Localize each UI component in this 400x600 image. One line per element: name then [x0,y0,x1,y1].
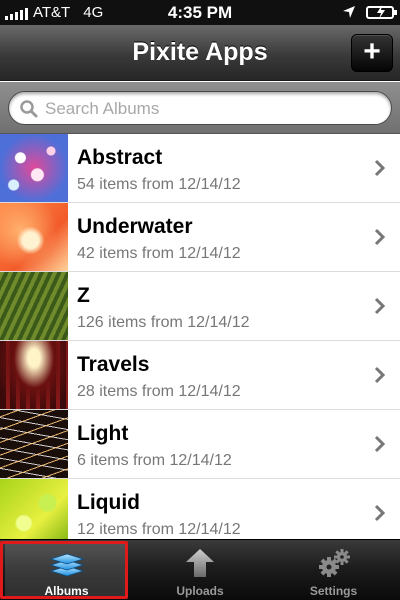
album-item-count: 6 items from 12/14/12 [77,452,232,469]
search-bar [0,82,400,134]
tab-label: Uploads [176,584,224,598]
tab-settings[interactable]: Settings [267,540,400,600]
selection-highlight-box [0,541,128,599]
album-item-count: 126 items from 12/14/12 [77,314,250,331]
album-item-count: 42 items from 12/14/12 [77,245,241,262]
chevron-right-icon [374,159,386,177]
album-name: Light [77,422,129,445]
search-input[interactable] [45,97,375,121]
album-thumbnail [0,341,68,409]
album-thumbnail [0,272,68,340]
album-row-light[interactable]: Light 6 items from 12/14/12 [0,410,400,479]
chevron-right-icon [374,228,386,246]
chevron-right-icon [374,504,386,522]
tab-uploads[interactable]: Uploads [133,540,267,600]
album-item-count: 54 items from 12/14/12 [77,176,241,193]
location-icon [343,6,355,18]
chevron-right-icon [374,366,386,384]
battery-charging-icon [366,5,397,19]
status-bar: AT&T 4G 4:35 PM [0,0,400,25]
album-name: Z [77,284,90,307]
album-thumbnail [0,479,68,539]
album-row-underwater[interactable]: Underwater 42 items from 12/14/12 [0,203,400,272]
album-row-abstract[interactable]: Abstract 54 items from 12/14/12 [0,134,400,203]
chevron-right-icon [374,435,386,453]
album-row-travels[interactable]: Travels 28 items from 12/14/12 [0,341,400,410]
gears-icon [318,549,350,577]
album-list: Abstract 54 items from 12/14/12 Underwat… [0,134,400,539]
tab-albums[interactable]: Albums [0,540,133,600]
album-name: Abstract [77,146,163,169]
search-icon [20,100,38,118]
search-field[interactable] [8,91,392,125]
album-thumbnail [0,410,68,478]
status-time: 4:35 PM [167,2,233,22]
album-thumbnail [0,134,68,202]
album-name: Underwater [77,215,193,238]
album-name: Liquid [77,491,140,514]
album-row-liquid[interactable]: Liquid 12 items from 12/14/12 [0,479,400,539]
add-album-button[interactable]: + [351,34,393,72]
chevron-right-icon [374,297,386,315]
tab-label: Settings [309,584,358,598]
album-row-z[interactable]: Z 126 items from 12/14/12 [0,272,400,341]
upload-arrow-icon [186,549,214,577]
album-name: Travels [77,353,150,376]
tab-bar: Albums Uploads Settings [0,539,400,600]
album-item-count: 28 items from 12/14/12 [77,383,241,400]
album-thumbnail [0,203,68,271]
page-title: Pixite Apps [132,38,268,66]
album-item-count: 12 items from 12/14/12 [77,521,241,538]
navigation-bar: Pixite Apps + [0,25,400,81]
